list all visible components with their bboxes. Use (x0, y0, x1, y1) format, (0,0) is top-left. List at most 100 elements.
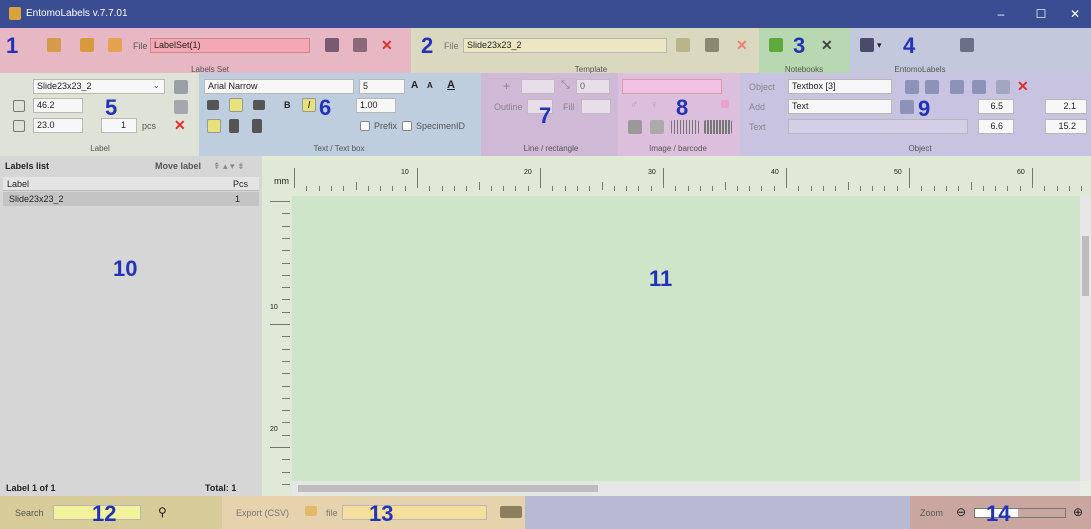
ruler-label-30: 30 (648, 169, 656, 176)
labels-set-file-input[interactable]: LabelSet(1) (150, 38, 310, 53)
fill-select[interactable] (581, 99, 611, 114)
close-labelset-icon[interactable]: ✕ (381, 38, 393, 52)
font-size-select[interactable]: 5 (359, 79, 405, 94)
barcode-icon[interactable] (671, 120, 699, 134)
label-canvas[interactable]: 11 (292, 196, 1080, 481)
notebook-edit-icon[interactable] (769, 38, 783, 52)
eraser-icon[interactable] (721, 100, 729, 108)
template-edit-icon[interactable] (676, 38, 690, 52)
label-template-icon[interactable] (174, 80, 188, 94)
col-label: Label (7, 179, 30, 189)
sort-icon[interactable] (229, 119, 239, 133)
line-spacing-input[interactable]: 1.00 (356, 98, 396, 113)
align-center-icon[interactable] (229, 98, 243, 112)
pcs-label: pcs (142, 121, 157, 131)
datamatrix-icon[interactable] (650, 120, 664, 134)
object-select[interactable]: Textbox [3] (788, 79, 892, 94)
crosshair-icon[interactable]: + (503, 79, 510, 93)
vertical-scrollbar[interactable] (1080, 196, 1091, 481)
add-select[interactable]: Text (788, 99, 892, 114)
ruler-label-60: 60 (1017, 169, 1025, 176)
pos-x-input[interactable]: 6.5 (978, 99, 1014, 114)
bring-forward-icon[interactable] (905, 80, 919, 94)
minimize-button[interactable]: – (990, 5, 1012, 23)
label-template-select[interactable]: Slide23x23_2 (33, 79, 165, 94)
export-save-icon[interactable] (500, 506, 522, 518)
search-icon[interactable]: ⚲ (158, 505, 167, 519)
italic-button[interactable]: I (302, 98, 316, 112)
vertical-scroll-thumb[interactable] (1082, 236, 1089, 296)
folder-icon[interactable] (305, 506, 317, 516)
line-width-input[interactable] (521, 79, 555, 94)
ruler-tick (515, 186, 517, 191)
help-icon[interactable] (960, 38, 974, 52)
align-right-icon[interactable] (253, 100, 265, 110)
pcs-input[interactable]: 1 (101, 118, 137, 133)
font-grow-icon[interactable]: A (411, 80, 418, 91)
pos-y-input[interactable]: 2.1 (1045, 99, 1087, 114)
male-symbol-icon[interactable]: ♂ (630, 99, 638, 111)
delete-label-icon[interactable]: ✕ (174, 118, 186, 132)
horizontal-scrollbar[interactable] (292, 481, 1080, 496)
horizontal-scroll-thumb[interactable] (298, 485, 598, 492)
settings-dropdown-icon[interactable]: ▾ (877, 40, 882, 51)
send-back-icon[interactable] (925, 80, 939, 94)
sort-alt-icon[interactable] (252, 119, 262, 133)
height-input[interactable]: 15.2 (1045, 119, 1087, 134)
open-folder-icon[interactable] (47, 38, 61, 52)
ruler-tick (1081, 186, 1083, 191)
close-notebook-icon[interactable]: ✕ (821, 38, 833, 52)
paste-icon[interactable] (996, 80, 1010, 94)
align-left-icon[interactable] (207, 100, 219, 110)
entomolabels-section: ▾ 4 EntomoLabels (850, 28, 1091, 74)
specimen-checkbox[interactable] (402, 121, 412, 131)
list-footer-count: Label 1 of 1 (6, 483, 56, 493)
ruler-tick (699, 186, 701, 191)
row-pcs: 1 (235, 194, 241, 204)
text-wrap-icon[interactable] (207, 119, 221, 133)
barcode-alt-icon[interactable] (704, 120, 732, 134)
new-labelset-icon[interactable] (80, 38, 94, 52)
height-icon (13, 120, 25, 132)
table-row[interactable]: Slide23x23_2 1 (3, 192, 259, 206)
duplicate-icon[interactable] (972, 80, 986, 94)
print-icon[interactable] (353, 38, 367, 52)
label-height-input[interactable]: 23.0 (33, 118, 83, 133)
template-save-icon[interactable] (705, 38, 719, 52)
label-width-input[interactable]: 46.2 (33, 98, 83, 113)
female-symbol-icon[interactable]: ♀ (650, 99, 658, 111)
object-text-input[interactable] (788, 119, 968, 134)
delete-object-icon[interactable]: ✕ (1017, 79, 1029, 93)
export-file-input[interactable] (342, 505, 487, 520)
save-icon[interactable] (325, 38, 339, 52)
image-input[interactable] (622, 79, 722, 94)
prefix-checkbox[interactable] (360, 121, 370, 131)
line-angle-input[interactable]: 0 (576, 79, 610, 94)
add-file-icon[interactable] (108, 38, 122, 52)
app-bug-icon (9, 7, 21, 20)
group-icon[interactable] (950, 80, 964, 94)
template-file-input[interactable]: Slide23x23_2 (463, 38, 667, 53)
zoom-out-icon[interactable]: ⊖ (956, 505, 966, 519)
add-object-icon[interactable] (900, 100, 914, 114)
width-input[interactable]: 6.6 (978, 119, 1014, 134)
maximize-button[interactable]: ☐ (1030, 5, 1052, 23)
font-select[interactable]: Arial Narrow (204, 79, 354, 94)
bold-button[interactable]: B (284, 100, 291, 110)
settings-gear-icon[interactable] (860, 38, 874, 52)
move-arrows-icon[interactable]: ⇞ ▴ ▾ ⇟ (213, 161, 245, 172)
font-shrink-icon[interactable]: A (427, 81, 433, 90)
line-angle-icon[interactable]: ⤡ (561, 79, 570, 92)
ruler-tick (453, 186, 455, 191)
copy-label-icon[interactable] (174, 100, 188, 114)
ruler-tick (282, 250, 290, 252)
close-window-button[interactable]: ✕ (1064, 5, 1086, 23)
close-template-icon[interactable]: ✕ (736, 38, 748, 52)
ruler-tick (306, 186, 308, 191)
qr-code-icon[interactable] (628, 120, 642, 134)
ruler-tick (835, 186, 837, 191)
font-color-icon[interactable]: A (447, 79, 455, 91)
ruler-tick (282, 336, 290, 338)
zoom-in-icon[interactable]: ⊕ (1073, 505, 1083, 519)
line-section: + ⤡ 0 Outline 7 Fill Line / rectangle (481, 73, 618, 156)
